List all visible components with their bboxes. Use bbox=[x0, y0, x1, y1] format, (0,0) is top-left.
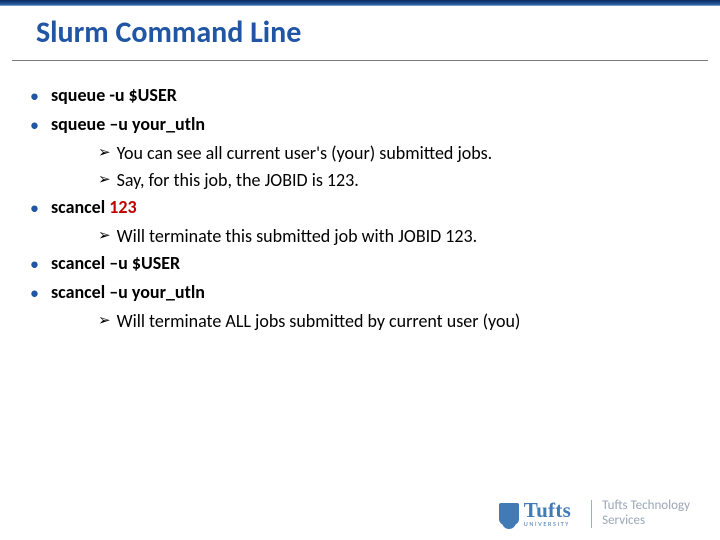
sub-bullet-2-1: ➢ You can see all current user's (your) … bbox=[28, 140, 692, 167]
bullet-3-cmd: scancel bbox=[51, 196, 109, 218]
tts-text: Tufts Technology Services bbox=[602, 499, 690, 528]
sub-bullet-5-1-text: Will terminate ALL jobs submitted by cur… bbox=[117, 308, 521, 335]
bullet-icon: • bbox=[30, 194, 39, 222]
tufts-text: Tufts UNIVERSITY bbox=[524, 500, 571, 527]
bullet-icon: • bbox=[30, 250, 39, 278]
bullet-3: • scancel 123 bbox=[28, 194, 692, 222]
bullet-icon: • bbox=[30, 82, 39, 110]
bullet-icon: • bbox=[30, 111, 39, 139]
slide: Slurm Command Line • squeue -u $USER • s… bbox=[0, 0, 720, 540]
tufts-logo: Tufts UNIVERSITY bbox=[499, 500, 571, 527]
footer: Tufts UNIVERSITY Tufts Technology Servic… bbox=[499, 499, 690, 528]
top-gradient-bar bbox=[0, 0, 720, 6]
tts-line2: Services bbox=[602, 514, 690, 528]
sub-bullet-2-2-text: Say, for this job, the JOBID is 123. bbox=[117, 167, 359, 194]
bullet-3-text: scancel 123 bbox=[51, 194, 137, 221]
arrow-icon: ➢ bbox=[98, 167, 111, 194]
bullet-5: • scancel –u your_utln bbox=[28, 279, 692, 307]
arrow-icon: ➢ bbox=[98, 140, 111, 167]
tufts-word: Tufts bbox=[524, 500, 571, 521]
sub-bullet-3-1-text: Will terminate this submitted job with J… bbox=[117, 223, 478, 250]
tufts-sub: UNIVERSITY bbox=[524, 521, 571, 527]
bullet-4-text: scancel –u $USER bbox=[51, 250, 180, 277]
footer-divider bbox=[591, 500, 592, 528]
sub-bullet-5-1: ➢ Will terminate ALL jobs submitted by c… bbox=[28, 308, 692, 335]
bullet-5-text: scancel –u your_utln bbox=[51, 279, 205, 306]
tufts-shield-icon bbox=[499, 503, 519, 525]
sub-bullet-2-1-text: You can see all current user's (your) su… bbox=[117, 140, 493, 167]
content-area: • squeue -u $USER • squeue –u your_utln … bbox=[28, 82, 692, 335]
bullet-1-text: squeue -u $USER bbox=[51, 82, 177, 109]
bullet-1: • squeue -u $USER bbox=[28, 82, 692, 110]
bullet-3-jobid: 123 bbox=[109, 196, 136, 218]
bullet-icon: • bbox=[30, 279, 39, 307]
slide-title: Slurm Command Line bbox=[36, 14, 301, 51]
title-underline bbox=[12, 60, 708, 61]
tts-line1: Tufts Technology bbox=[602, 499, 690, 513]
sub-bullet-3-1: ➢ Will terminate this submitted job with… bbox=[28, 223, 692, 250]
arrow-icon: ➢ bbox=[98, 308, 111, 335]
arrow-icon: ➢ bbox=[98, 223, 111, 250]
bullet-4: • scancel –u $USER bbox=[28, 250, 692, 278]
bullet-2-text: squeue –u your_utln bbox=[51, 111, 205, 138]
bullet-2: • squeue –u your_utln bbox=[28, 111, 692, 139]
sub-bullet-2-2: ➢ Say, for this job, the JOBID is 123. bbox=[28, 167, 692, 194]
